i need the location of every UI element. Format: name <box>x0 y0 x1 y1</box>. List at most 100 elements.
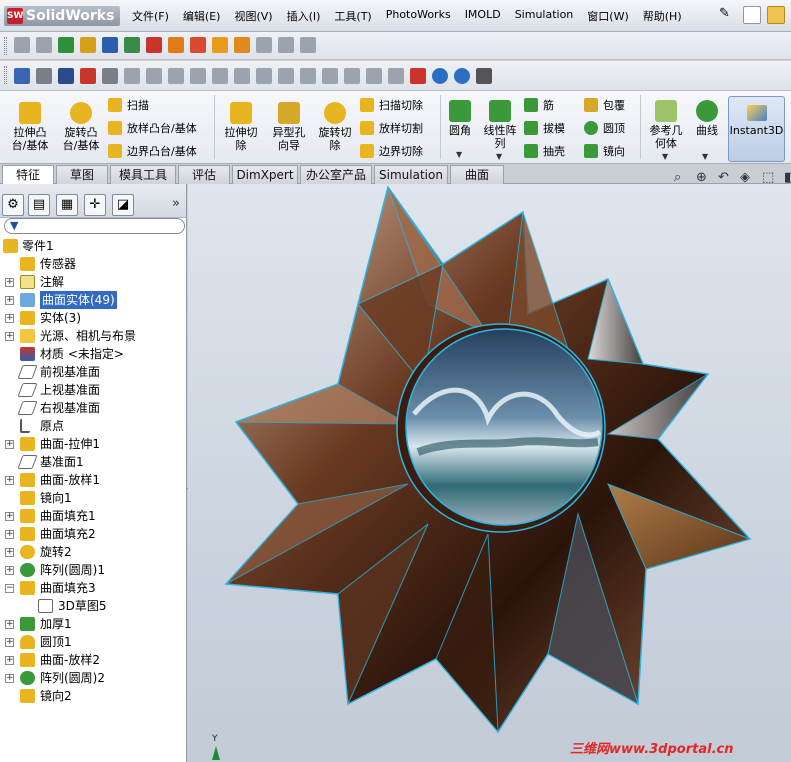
edit-appearance-icon[interactable] <box>168 37 184 53</box>
tree-item-right-plane[interactable]: 右视基准面 <box>0 399 186 417</box>
expand-icon[interactable]: + <box>5 674 14 683</box>
tree-item-3d-sketch5[interactable]: 3D草图5 <box>0 597 186 615</box>
ambient-icon[interactable] <box>278 37 294 53</box>
menu-help[interactable]: 帮助(H) <box>643 8 682 24</box>
solidworks-logo[interactable]: SW SolidWorks <box>4 6 121 26</box>
collapse-icon[interactable]: − <box>5 584 14 593</box>
table-icon[interactable] <box>344 68 360 84</box>
space-down-icon[interactable] <box>322 68 338 84</box>
tree-item-surface-loft1[interactable]: + 曲面-放样1 <box>0 471 186 489</box>
realview-icon[interactable] <box>234 37 250 53</box>
pin-icon[interactable]: ✎ <box>719 6 737 24</box>
magnet-icon[interactable] <box>410 68 426 84</box>
feature-filter-input[interactable]: ▼ <box>4 218 185 234</box>
new-icon[interactable] <box>14 68 30 84</box>
expand-icon[interactable]: + <box>5 620 14 629</box>
tab-dimxpert[interactable]: DimXpert <box>232 165 298 184</box>
tree-item-mirror1[interactable]: 镜向1 <box>0 489 186 507</box>
align-top-icon[interactable] <box>234 68 250 84</box>
tree-item-sensors[interactable]: 传感器 <box>0 255 186 273</box>
tree-item-surface-loft2[interactable]: + 曲面-放样2 <box>0 651 186 669</box>
camera-icon[interactable] <box>366 68 382 84</box>
tree-item-surface-bodies[interactable]: + 曲面实体(49) <box>0 291 186 309</box>
tree-item-front-plane[interactable]: 前视基准面 <box>0 363 186 381</box>
reference-geometry-button[interactable]: 参考几 何体 <box>644 100 688 150</box>
info-icon[interactable] <box>454 68 470 84</box>
boundary-cut-button[interactable]: 边界切除 <box>360 143 423 159</box>
extrude-boss-button[interactable]: 拉伸凸 台/基体 <box>6 102 54 152</box>
menu-view[interactable]: 视图(V) <box>234 8 272 24</box>
shell-button[interactable]: 抽壳 <box>524 143 565 159</box>
distribute-icon[interactable] <box>146 68 162 84</box>
calculator-icon[interactable] <box>476 68 492 84</box>
mirror-button[interactable]: 镜向 <box>584 143 625 159</box>
align-middle-icon[interactable] <box>256 68 272 84</box>
space-across-icon[interactable] <box>300 68 316 84</box>
sketch-icon[interactable] <box>14 37 30 53</box>
hole-wizard-button[interactable]: 异型孔 向导 <box>266 102 312 152</box>
tree-item-solid-bodies[interactable]: + 实体(3) <box>0 309 186 327</box>
tree-item-dome1[interactable]: + 圆顶1 <box>0 633 186 651</box>
menu-photoworks[interactable]: PhotoWorks <box>386 8 451 24</box>
tree-item-mirror2[interactable]: 镜向2 <box>0 687 186 705</box>
options-icon[interactable] <box>102 68 118 84</box>
expand-icon[interactable]: + <box>5 440 14 449</box>
menu-window[interactable]: 窗口(W) <box>587 8 628 24</box>
draft-button[interactable]: 拔模 <box>524 120 565 136</box>
expand-icon[interactable]: + <box>5 512 14 521</box>
zoom-fit-icon[interactable] <box>58 37 74 53</box>
tree-item-revolve2[interactable]: + 旋转2 <box>0 543 186 561</box>
tab-simulation[interactable]: Simulation <box>374 165 448 184</box>
section-view-icon[interactable] <box>102 37 118 53</box>
tree-item-plane1[interactable]: 基准面1 <box>0 453 186 471</box>
scissors-icon[interactable] <box>388 68 404 84</box>
pattern-dropdown-icon[interactable]: ▼ <box>496 152 502 161</box>
tree-item-part[interactable]: 零件1 <box>0 237 186 255</box>
property-manager-tab-icon[interactable]: ▤ <box>28 194 50 216</box>
menu-file[interactable]: 文件(F) <box>132 8 169 24</box>
feature-manager-tab-icon[interactable]: ⚙ <box>2 194 24 216</box>
display-style-icon[interactable] <box>124 37 140 53</box>
sweep-button[interactable]: 扫描 <box>108 97 149 113</box>
tree-item-top-plane[interactable]: 上视基准面 <box>0 381 186 399</box>
revolve-boss-button[interactable]: 旋转凸 台/基体 <box>57 102 105 152</box>
ref-geometry-dropdown-icon[interactable]: ▼ <box>662 152 668 161</box>
curves-button[interactable]: 曲线 <box>690 100 724 137</box>
view-settings-icon[interactable] <box>212 37 228 53</box>
tab-sketch[interactable]: 草图 <box>56 165 108 184</box>
expand-icon[interactable]: + <box>5 278 14 287</box>
expand-icon[interactable]: + <box>5 314 14 323</box>
expand-icon[interactable]: + <box>5 332 14 341</box>
expand-icon[interactable]: + <box>5 296 14 305</box>
menu-tools[interactable]: 工具(T) <box>334 8 371 24</box>
rotate-view-icon[interactable] <box>80 37 96 53</box>
tree-item-lights-cameras-scene[interactable]: + 光源、相机与布景 <box>0 327 186 345</box>
expand-icon[interactable]: + <box>5 566 14 575</box>
sweep-cut-button[interactable]: 扫描切除 <box>360 97 423 113</box>
align-bottom-icon[interactable] <box>278 68 294 84</box>
expand-icon[interactable]: + <box>5 476 14 485</box>
align-right-icon[interactable] <box>212 68 228 84</box>
smart-dimension-icon[interactable] <box>36 37 52 53</box>
expand-icon[interactable]: + <box>5 656 14 665</box>
tree-item-surface-extrude1[interactable]: + 曲面-拉伸1 <box>0 435 186 453</box>
display-manager-tab-icon[interactable]: ◪ <box>112 194 134 216</box>
rebuild-icon[interactable] <box>80 68 96 84</box>
instant3d-button[interactable]: Instant3D <box>728 96 785 162</box>
save-icon[interactable] <box>58 68 74 84</box>
tree-item-annotations[interactable]: + 注解 <box>0 273 186 291</box>
boundary-boss-button[interactable]: 边界凸台/基体 <box>108 143 197 159</box>
search-icon[interactable] <box>432 68 448 84</box>
menu-simulation[interactable]: Simulation <box>515 8 574 24</box>
tree-item-surface-fill3[interactable]: − 曲面填充3 <box>0 579 186 597</box>
wrap-button[interactable]: 包覆 <box>584 97 625 113</box>
align-icon[interactable] <box>124 68 140 84</box>
loft-boss-button[interactable]: 放样凸台/基体 <box>108 120 197 136</box>
rib-button[interactable]: 筋 <box>524 97 554 113</box>
tree-item-surface-fill1[interactable]: + 曲面填充1 <box>0 507 186 525</box>
menu-insert[interactable]: 插入(I) <box>287 8 321 24</box>
align-center-icon[interactable] <box>190 68 206 84</box>
tree-item-thicken1[interactable]: + 加厚1 <box>0 615 186 633</box>
graphics-area[interactable] <box>188 184 791 762</box>
shadows-icon[interactable] <box>256 37 272 53</box>
